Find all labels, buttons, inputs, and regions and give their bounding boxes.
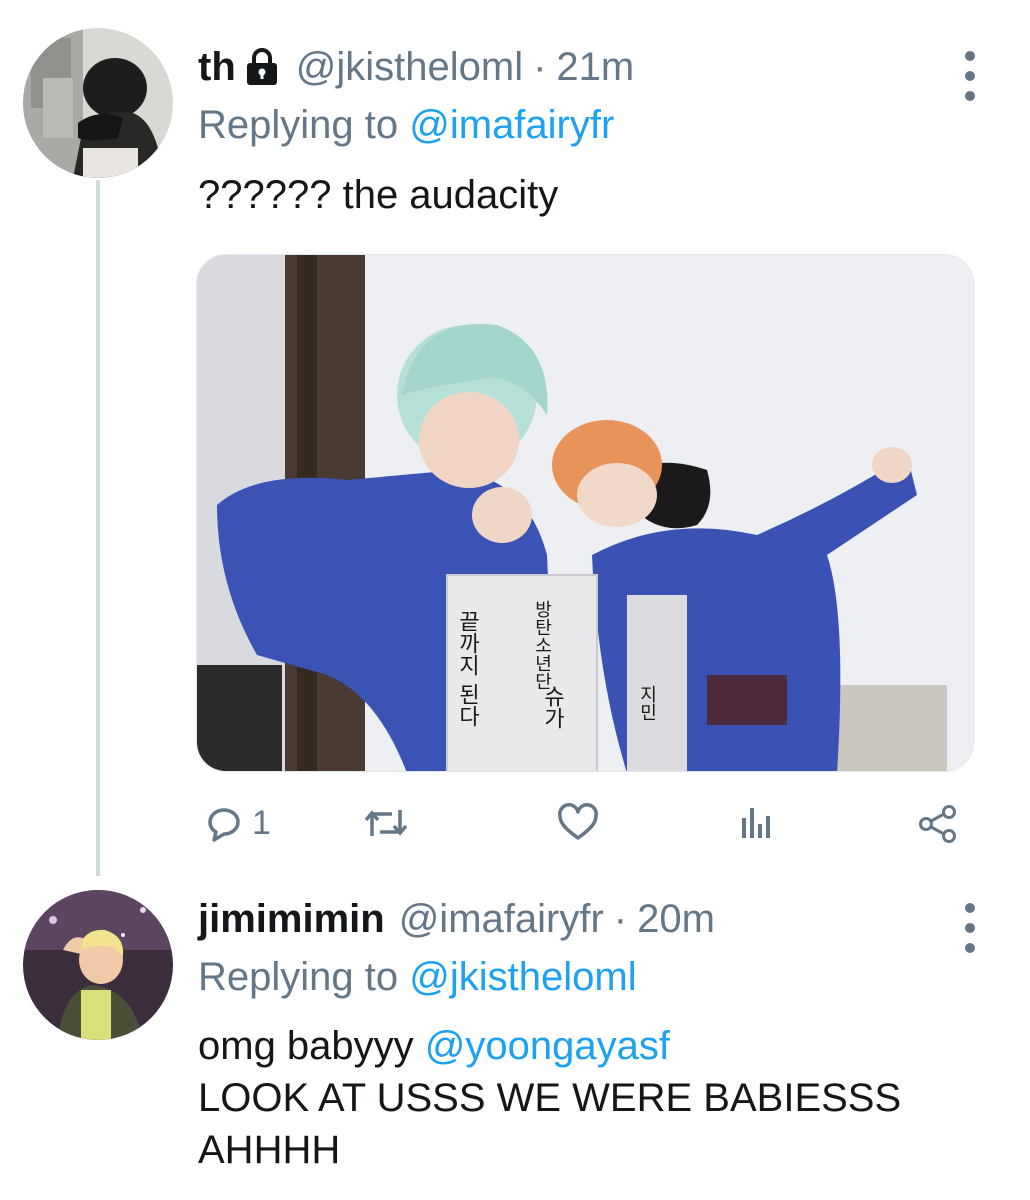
handle[interactable]: @jkistheloml (296, 42, 523, 92)
more-options-icon[interactable] (958, 898, 982, 958)
tweet-text: ?????? the audacity (198, 173, 559, 217)
avatar[interactable] (23, 890, 173, 1040)
like-icon (556, 802, 600, 844)
retweet-button[interactable] (362, 798, 410, 848)
separator-dot: · (533, 45, 547, 89)
share-icon (916, 802, 960, 844)
tweet-th[interactable]: th @jkistheloml · 21m Replying to @imafa… (0, 28, 1030, 868)
apron-text-2: 방탄소년단 (532, 600, 553, 690)
reply-icon (202, 802, 244, 844)
replying-to: Replying to @imafairyfr (198, 100, 614, 150)
analytics-icon (736, 802, 776, 844)
replying-to-mention[interactable]: @imafairyfr (409, 103, 614, 147)
tweet-text-line-2: LOOK AT USSS WE WERE BABIESSS (198, 1076, 902, 1120)
tweet-text-line-3: AHHHH (198, 1128, 341, 1172)
display-name[interactable]: th (198, 42, 236, 92)
reply-button[interactable]: 1 (202, 798, 271, 848)
tweet-text-line-1: omg babyyy @yoongayasf (198, 1020, 901, 1072)
tweet-actions: 1 (196, 798, 976, 848)
reply-count: 1 (252, 803, 271, 842)
replying-to-label: Replying to (198, 103, 399, 147)
retweet-icon (362, 802, 410, 844)
text-mention[interactable]: @yoongayasf (425, 1024, 670, 1068)
apron-text-4: 지민 (637, 685, 658, 721)
apron-text-3: 슈가 (540, 685, 565, 729)
lock-icon (242, 47, 282, 87)
tweet-photo[interactable]: 끝까지 된다 방탄소년단 슈가 지민 (196, 254, 974, 772)
timestamp[interactable]: 21m (556, 42, 634, 92)
timestamp[interactable]: 20m (637, 894, 715, 944)
thread-view: th @jkistheloml · 21m Replying to @imafa… (0, 0, 1030, 1200)
share-button[interactable] (916, 798, 960, 848)
like-button[interactable] (556, 798, 600, 848)
apron-text-1: 끝까지 된다 (455, 610, 480, 727)
more-options-icon[interactable] (958, 46, 982, 106)
replying-to-label: Replying to (198, 955, 399, 999)
tweet-header: th @jkistheloml · 21m (198, 42, 634, 92)
tweet-jimimimin[interactable]: jimimimin @imafairyfr · 20m Replying to … (0, 880, 1030, 1200)
text-prefix: omg babyyy (198, 1024, 414, 1068)
replying-to: Replying to @jkistheloml (198, 952, 637, 1002)
separator-dot: · (613, 897, 628, 941)
handle[interactable]: @imafairyfr (399, 894, 604, 944)
replying-to-mention[interactable]: @jkistheloml (409, 955, 636, 999)
display-name[interactable]: jimimimin (198, 894, 385, 944)
tweet-text: omg babyyy @yoongayasf LOOK AT USSS WE W… (198, 1020, 901, 1176)
analytics-button[interactable] (736, 798, 776, 848)
avatar[interactable] (23, 28, 173, 178)
tweet-header: jimimimin @imafairyfr · 20m (198, 894, 715, 944)
